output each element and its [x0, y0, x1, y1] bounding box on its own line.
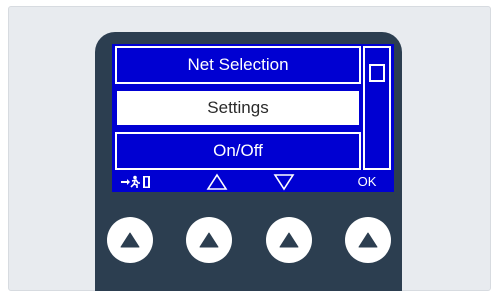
- hardware-button-4[interactable]: [345, 217, 391, 263]
- menu-item-label: Settings: [207, 98, 269, 117]
- triangle-up-filled-icon: [120, 232, 140, 248]
- exit-door-icon: [121, 175, 150, 188]
- hardware-button-row: [95, 217, 402, 277]
- menu-item-label: On/Off: [213, 141, 263, 160]
- menu-item-settings[interactable]: Settings: [115, 89, 361, 127]
- down-softkey[interactable]: [269, 171, 299, 192]
- scrollbar[interactable]: [363, 46, 391, 170]
- lcd-screen: Net Selection Settings On/Off OK: [112, 44, 394, 192]
- ok-softkey[interactable]: OK: [352, 171, 382, 192]
- up-softkey[interactable]: [202, 171, 232, 192]
- menu-item-net-selection[interactable]: Net Selection: [115, 46, 361, 84]
- triangle-up-filled-icon: [358, 232, 378, 248]
- menu-list: Net Selection Settings On/Off: [115, 46, 361, 170]
- softkey-bar: OK: [112, 171, 394, 192]
- triangle-down-outline-icon: [273, 173, 295, 190]
- exit-softkey[interactable]: [118, 171, 158, 192]
- hardware-button-3[interactable]: [266, 217, 312, 263]
- ok-label: OK: [357, 174, 377, 189]
- triangle-up-filled-icon: [279, 232, 299, 248]
- menu-item-label: Net Selection: [187, 55, 289, 74]
- triangle-up-outline-icon: [206, 173, 228, 190]
- device-body: Net Selection Settings On/Off OK: [95, 32, 402, 291]
- triangle-up-filled-icon: [199, 232, 219, 248]
- menu-item-on-off[interactable]: On/Off: [115, 132, 361, 170]
- scrollbar-thumb[interactable]: [369, 64, 385, 82]
- hardware-button-1[interactable]: [107, 217, 153, 263]
- hardware-button-2[interactable]: [186, 217, 232, 263]
